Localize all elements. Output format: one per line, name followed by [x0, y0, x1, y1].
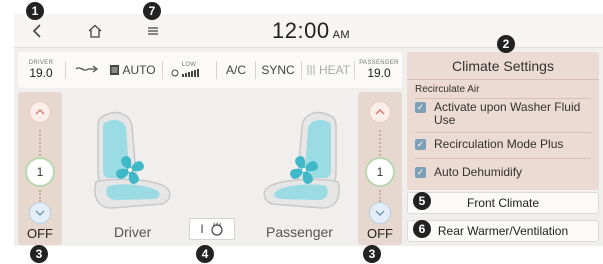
ac-button[interactable]: A/C [220, 52, 252, 88]
chevron-up-icon [35, 109, 45, 115]
rear-warmer-ventilation-button[interactable]: Rear Warmer/Ventilation [407, 220, 599, 242]
clock-time: 12:00 [272, 18, 330, 43]
divider [415, 132, 591, 133]
clock-ampm: AM [332, 29, 351, 41]
callout-marker: 3 [363, 245, 381, 263]
auto-button[interactable]: AUTO [108, 52, 158, 88]
passenger-temp-display[interactable]: PASSENGER 19.0 [358, 52, 400, 88]
down-button-circle [29, 202, 51, 224]
divider [354, 61, 355, 79]
passenger-temp: 19.0 [367, 66, 391, 80]
heat-icon [307, 65, 315, 75]
fan-speed-icon [171, 69, 199, 77]
option-auto-dehumidify[interactable]: ✓ Auto Dehumidify [407, 166, 599, 179]
checkbox-checked-icon: ✓ [415, 102, 426, 113]
sync-label: SYNC [261, 63, 295, 77]
heat-button[interactable]: HEAT [304, 52, 352, 88]
option-washer-fluid[interactable]: ✓ Activate upon Washer Fluid Use [407, 101, 599, 127]
front-climate-button[interactable]: Front Climate [407, 192, 599, 214]
down-button-circle [369, 202, 391, 224]
option-label: Activate upon Washer Fluid Use [434, 100, 581, 127]
recirculate-air-label: Recirculate Air [415, 84, 480, 95]
divider [255, 61, 256, 79]
level-indicator-line [39, 130, 41, 156]
home-button[interactable] [80, 18, 110, 44]
callout-marker: 2 [497, 35, 515, 53]
airflow-mode-button[interactable] [72, 52, 102, 88]
heat-label: HEAT [318, 63, 351, 77]
back-button[interactable] [22, 18, 52, 44]
up-button-circle [369, 101, 391, 123]
airflow-icon [75, 65, 99, 73]
passenger-seat-level: 1 [365, 157, 395, 187]
driver-temp: 19.0 [29, 66, 53, 80]
driver-seat-off-button[interactable]: OFF [21, 223, 59, 243]
level-bar: I [200, 222, 204, 236]
passenger-seat-off-button[interactable]: OFF [361, 223, 399, 243]
divider [415, 98, 591, 99]
callout-marker: 4 [196, 245, 214, 263]
up-button-circle [29, 101, 51, 123]
divider [415, 158, 591, 159]
chevron-up-icon [375, 109, 385, 115]
callout-marker: 7 [143, 2, 161, 20]
menu-icon [148, 27, 158, 35]
sync-button[interactable]: SYNC [258, 52, 298, 88]
driver-level-up-button[interactable] [23, 98, 57, 126]
climate-status-bar: DRIVER 19.0 AUTO LOW A/C SYNC HEAT PASSE… [18, 52, 402, 88]
divider [301, 61, 302, 79]
option-label: Auto Dehumidify [434, 165, 523, 179]
auto-label: AUTO [122, 63, 156, 77]
checkbox-checked-icon: ✓ [415, 139, 426, 150]
divider [162, 61, 163, 79]
checkbox-checked-icon: ✓ [415, 167, 426, 178]
climate-settings-panel: Climate Settings Recirculate Air ✓ Activ… [407, 52, 599, 190]
driver-seat-image [94, 111, 171, 209]
clock: 12:00 AM [272, 18, 350, 44]
climate-screen: 12:00 AM DRIVER 19.0 AUTO LOW A/C SYNC H… [14, 14, 603, 246]
menu-button[interactable] [138, 18, 168, 44]
chevron-down-icon [375, 210, 385, 216]
passenger-seat-label: Passenger [266, 224, 333, 240]
ac-label: A/C [225, 63, 246, 77]
callout-marker: 6 [413, 220, 431, 238]
passenger-seat-image [263, 111, 340, 209]
level-indicator-line [379, 130, 381, 156]
driver-seat-label: Driver [114, 224, 152, 240]
option-label: Recirculation Mode Plus [434, 137, 564, 151]
passenger-level-up-button[interactable] [363, 98, 397, 126]
seat-area: 1 OFF Driver I Passenger 1 OFF [18, 92, 402, 245]
auto-icon [110, 65, 120, 75]
divider [216, 61, 217, 79]
chevron-down-icon [35, 210, 45, 216]
driver-seat-level: 1 [25, 157, 55, 187]
steering-wheel-heat-button[interactable]: I [189, 218, 235, 240]
driver-temp-display[interactable]: DRIVER 19.0 [24, 52, 58, 88]
heated-steering-wheel-icon [211, 222, 223, 236]
chevron-left-icon [32, 24, 41, 38]
divider [65, 61, 66, 79]
callout-marker: 3 [30, 245, 48, 263]
settings-title: Climate Settings [407, 52, 599, 80]
driver-seat-control-column: 1 OFF [18, 92, 62, 245]
fan-speed-control[interactable]: LOW [166, 52, 212, 88]
passenger-seat-control-column: 1 OFF [358, 92, 402, 245]
callout-marker: 1 [26, 2, 44, 20]
callout-marker: 5 [413, 192, 431, 210]
option-recirculation-plus[interactable]: ✓ Recirculation Mode Plus [407, 138, 599, 151]
home-icon [88, 24, 102, 38]
